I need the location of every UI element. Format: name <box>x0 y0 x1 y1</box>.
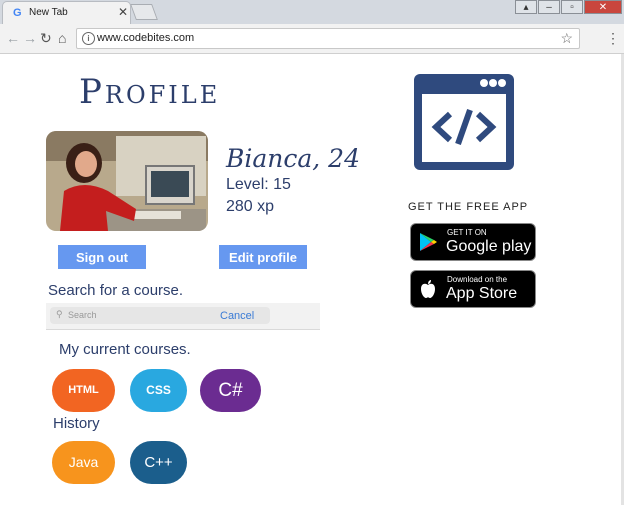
back-arrow-icon[interactable]: ← <box>6 30 20 46</box>
reload-icon[interactable]: ↻ <box>40 30 52 47</box>
cancel-button[interactable]: Cancel <box>220 310 254 322</box>
sign-out-button[interactable]: Sign out <box>58 245 146 269</box>
home-icon[interactable]: ⌂ <box>58 30 66 46</box>
google-play-badge[interactable]: GET IT ON Google play <box>410 223 536 261</box>
window-controls: ▴ – ▫ ✕ <box>514 0 622 16</box>
minimize-icon[interactable]: – <box>538 0 560 14</box>
star-icon[interactable]: ☆ <box>560 30 573 47</box>
forward-arrow-icon[interactable]: → <box>23 30 37 46</box>
course-html-button[interactable]: HTML <box>52 369 115 412</box>
profile-xp: 280 xp <box>226 198 275 215</box>
profile-name: Bianca, 24 <box>226 144 360 173</box>
app-store-big-text: App Store <box>446 285 518 302</box>
menu-icon[interactable]: ⋮ <box>606 30 620 47</box>
restore-icon[interactable]: ▫ <box>561 0 583 14</box>
search-icon: ⚲ <box>56 309 63 319</box>
history-heading: History <box>53 415 100 432</box>
app-store-badge[interactable]: Download on the App Store <box>410 270 536 308</box>
url-text[interactable]: www.codebites.com <box>97 32 194 44</box>
close-icon[interactable]: ✕ <box>118 5 128 19</box>
code-window-icon <box>412 72 516 172</box>
new-tab-button[interactable] <box>130 4 158 20</box>
address-bar[interactable]: i www.codebites.com ☆ <box>76 28 580 49</box>
search-placeholder: Search <box>68 310 97 320</box>
browser-toolbar: ← → ↻ ⌂ i www.codebites.com ☆ ⋮ <box>0 24 624 54</box>
google-play-small-text: GET IT ON <box>447 228 487 237</box>
google-favicon-icon: G <box>13 7 22 19</box>
search-bar: ⚲ Search Cancel <box>46 303 320 330</box>
browser-tab[interactable]: G New Tab ✕ <box>2 1 131 24</box>
google-play-icon <box>420 233 437 251</box>
apple-icon <box>421 280 435 298</box>
course-css-button[interactable]: CSS <box>130 369 187 412</box>
info-icon[interactable]: i <box>82 32 95 45</box>
user-icon[interactable]: ▴ <box>515 0 537 14</box>
current-courses-heading: My current courses. <box>59 341 191 358</box>
course-java-button[interactable]: Java <box>52 441 115 484</box>
page-title: Profile <box>79 72 221 112</box>
tab-title: New Tab <box>29 7 68 18</box>
course-cpp-button[interactable]: C++ <box>130 441 187 484</box>
app-store-small-text: Download on the <box>447 275 508 284</box>
google-play-big-text: Google play <box>446 238 532 255</box>
profile-level: Level: 15 <box>226 176 291 193</box>
course-csharp-button[interactable]: C# <box>200 369 261 412</box>
avatar <box>46 131 208 231</box>
window-close-icon[interactable]: ✕ <box>584 0 622 14</box>
tab-bar: G New Tab ✕ ▴ – ▫ ✕ <box>0 0 624 24</box>
edit-profile-button[interactable]: Edit profile <box>219 245 307 269</box>
search-heading: Search for a course. <box>48 282 184 299</box>
get-app-heading: GET THE FREE APP <box>408 201 529 213</box>
